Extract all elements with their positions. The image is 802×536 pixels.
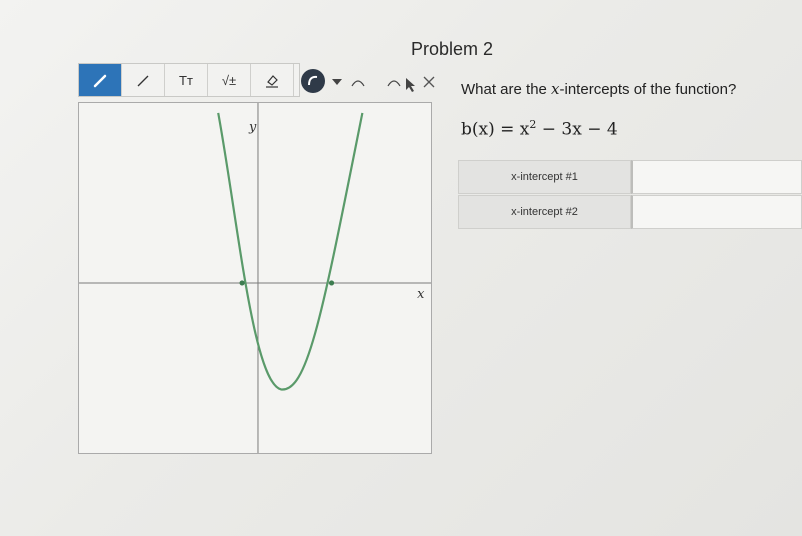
line-tool-button[interactable] [122,64,165,96]
question-prefix: What are the [461,81,552,98]
question-variable: x [551,80,560,98]
eraser-icon [266,75,278,88]
x-axis-label: x [417,287,425,302]
x-intercept-2-label: x-intercept #2 [458,195,631,229]
x-intercept-1-input[interactable] [631,160,802,194]
pencil-icon [93,74,107,88]
cursor-icon[interactable] [406,78,415,92]
pencil-tool-button[interactable] [79,64,122,96]
math-tool-button[interactable]: √± [208,64,251,96]
text-icon: Tт [179,72,193,88]
table-row: x-intercept #1 [458,160,802,194]
formula-rhs: − 3x − 4 [536,119,618,140]
math-icon: √± [221,72,237,88]
close-icon[interactable] [423,76,435,88]
question-text: What are the x-intercepts of the functio… [461,80,736,98]
x-intercept-2-input[interactable] [631,195,802,229]
table-row: x-intercept #2 [458,195,802,229]
answer-table: x-intercept #1 x-intercept #2 [458,160,802,230]
page-title: Problem 2 [411,39,494,59]
line-icon [137,75,149,87]
formula-lhs: b(x) = x [461,119,530,140]
function-formula: b(x) = x2 − 3x − 4 [461,118,618,140]
undo-icon[interactable] [351,80,365,87]
parabola-curve [217,112,364,391]
curve-tool-icon[interactable] [301,69,325,93]
redo-icon[interactable] [387,80,401,87]
x-intercept-point[interactable] [328,280,335,286]
drawing-toolbar: Tт √± [78,63,300,97]
x-intercept-1-label: x-intercept #1 [458,160,631,194]
question-suffix: -intercepts of the function? [559,81,737,98]
x-intercept-point[interactable] [239,280,245,286]
eraser-tool-button[interactable] [251,64,294,96]
graph-canvas[interactable]: y x [78,102,432,454]
y-axis-label: y [248,120,257,135]
text-tool-button[interactable]: Tт [165,64,208,96]
dropdown-arrow-icon[interactable] [332,79,342,85]
extra-toolbar [301,69,435,93]
